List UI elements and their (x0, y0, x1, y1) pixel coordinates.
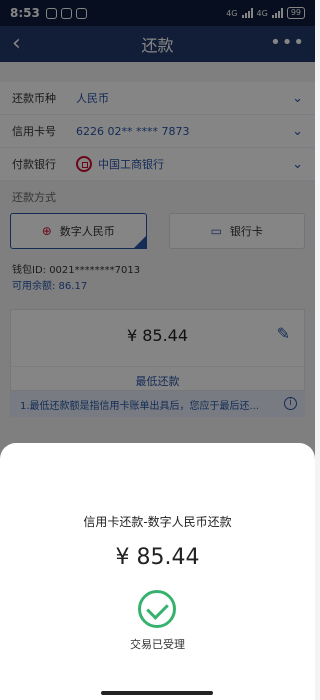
success-check-icon (138, 590, 176, 628)
result-title: 信用卡还款-数字人民币还款 (83, 515, 232, 529)
home-indicator[interactable] (101, 691, 213, 695)
result-amount: ¥ 85.44 (115, 545, 200, 570)
result-sheet: 信用卡还款-数字人民币还款 ¥ 85.44 交易已受理 (0, 443, 315, 700)
result-status: 交易已受理 (130, 638, 185, 651)
